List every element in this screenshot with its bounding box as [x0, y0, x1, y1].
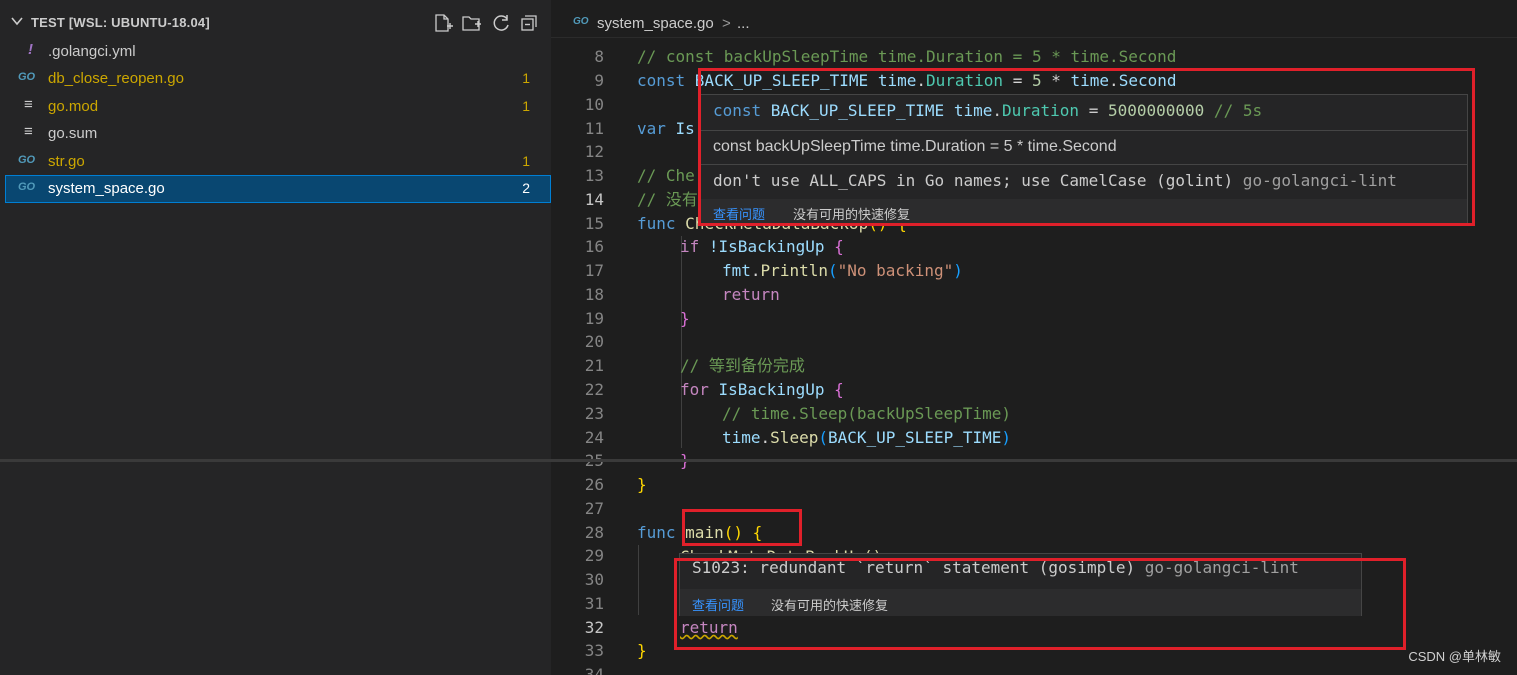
- breadcrumb-symbols[interactable]: ...: [737, 15, 750, 32]
- collapse-all-icon[interactable]: [519, 13, 541, 33]
- code-line-26[interactable]: }: [637, 473, 647, 497]
- refresh-icon[interactable]: [491, 13, 513, 33]
- chevron-down-icon[interactable]: [10, 14, 24, 28]
- problem-count-badge: 2: [522, 180, 530, 196]
- line-number: 33: [584, 641, 604, 660]
- code-line-13[interactable]: // Che: [637, 164, 695, 188]
- breadcrumb-file[interactable]: system_space.go: [597, 15, 714, 32]
- line-number: 12: [584, 142, 604, 161]
- line-number: 18: [584, 285, 604, 304]
- code-line-23[interactable]: // time.Sleep(backUpSleepTime): [722, 402, 1011, 426]
- line-number: 34: [584, 665, 604, 675]
- watermark: CSDN @单林敏: [1408, 649, 1501, 664]
- line-number: 8: [594, 47, 604, 66]
- code-line-11[interactable]: var Is: [637, 117, 695, 141]
- code-line-14[interactable]: // 没有: [637, 188, 698, 212]
- file-item-golangci-yml[interactable]: ! .golangci.yml: [6, 39, 550, 65]
- go-file-icon: GO: [573, 16, 589, 27]
- code-line-24[interactable]: time.Sleep(BACK_UP_SLEEP_TIME): [722, 426, 1011, 450]
- indent-guide: [681, 236, 682, 448]
- problem-count-badge: 1: [522, 153, 530, 169]
- line-number: 24: [584, 428, 604, 447]
- line-number: 14: [584, 190, 604, 209]
- file-item-system-space-go[interactable]: GO system_space.go 2: [5, 175, 551, 203]
- line-number: 15: [584, 214, 604, 233]
- line-number: 28: [584, 523, 604, 542]
- sidebar-lower-area: [0, 462, 551, 675]
- go-file-icon: GO: [18, 181, 36, 193]
- line-number: 9: [594, 71, 604, 90]
- line-number: 20: [584, 332, 604, 351]
- breadcrumb: GO system_space.go > ...: [551, 0, 1517, 38]
- line-number: 31: [584, 594, 604, 613]
- file-name: db_close_reopen.go: [48, 70, 184, 87]
- file-name: go.sum: [48, 125, 98, 142]
- line-number: 17: [584, 261, 604, 280]
- annotation-box: [698, 68, 1475, 226]
- file-name: .golangci.yml: [48, 43, 136, 60]
- code-line-22[interactable]: for IsBackingUp {: [680, 378, 844, 402]
- line-number: 23: [584, 404, 604, 423]
- workspace-title: TEST [WSL: UBUNTU-18.04]: [31, 15, 210, 30]
- go-file-icon: GO: [18, 154, 36, 166]
- file-item-go-sum[interactable]: ≡ go.sum: [6, 121, 550, 147]
- line-number: 26: [584, 475, 604, 494]
- indent-guide: [638, 545, 639, 615]
- line-number: 13: [584, 166, 604, 185]
- problem-count-badge: 1: [522, 98, 530, 114]
- line-number: 22: [584, 380, 604, 399]
- line-number: 27: [584, 499, 604, 518]
- file-name: str.go: [48, 153, 85, 170]
- code-line-33[interactable]: }: [637, 639, 647, 663]
- line-number: 29: [584, 546, 604, 565]
- go-file-icon: GO: [18, 71, 36, 83]
- file-name: system_space.go: [48, 180, 165, 197]
- explorer-header[interactable]: TEST [WSL: UBUNTU-18.04]: [0, 12, 551, 34]
- line-number: 19: [584, 309, 604, 328]
- line-number: 10: [584, 95, 604, 114]
- line-number: 21: [584, 356, 604, 375]
- file-item-str-go[interactable]: GO str.go 1: [6, 149, 550, 175]
- line-number: 32: [584, 618, 604, 637]
- annotation-box: [674, 558, 1406, 650]
- file-item-go-mod[interactable]: ≡ go.mod 1: [6, 94, 550, 120]
- new-folder-icon[interactable]: [461, 13, 483, 33]
- file-name: go.mod: [48, 98, 99, 115]
- code-line-18[interactable]: return: [722, 283, 780, 307]
- problem-count-badge: 1: [522, 70, 530, 86]
- breadcrumb-separator: >: [722, 15, 731, 32]
- code-line-21[interactable]: // 等到备份完成: [680, 354, 805, 378]
- code-line-16[interactable]: if !IsBackingUp {: [680, 235, 844, 259]
- code-line-8[interactable]: // const backUpSleepTime time.Duration =…: [637, 45, 1176, 69]
- line-number: 16: [584, 237, 604, 256]
- annotation-box: [682, 509, 802, 546]
- file-item-db-close-reopen[interactable]: GO db_close_reopen.go 1: [6, 66, 550, 92]
- code-line-19[interactable]: }: [680, 307, 690, 331]
- line-number: 30: [584, 570, 604, 589]
- line-number: 11: [584, 119, 604, 138]
- code-line-17[interactable]: fmt.Println("No backing"): [722, 259, 963, 283]
- new-file-icon[interactable]: [432, 13, 454, 33]
